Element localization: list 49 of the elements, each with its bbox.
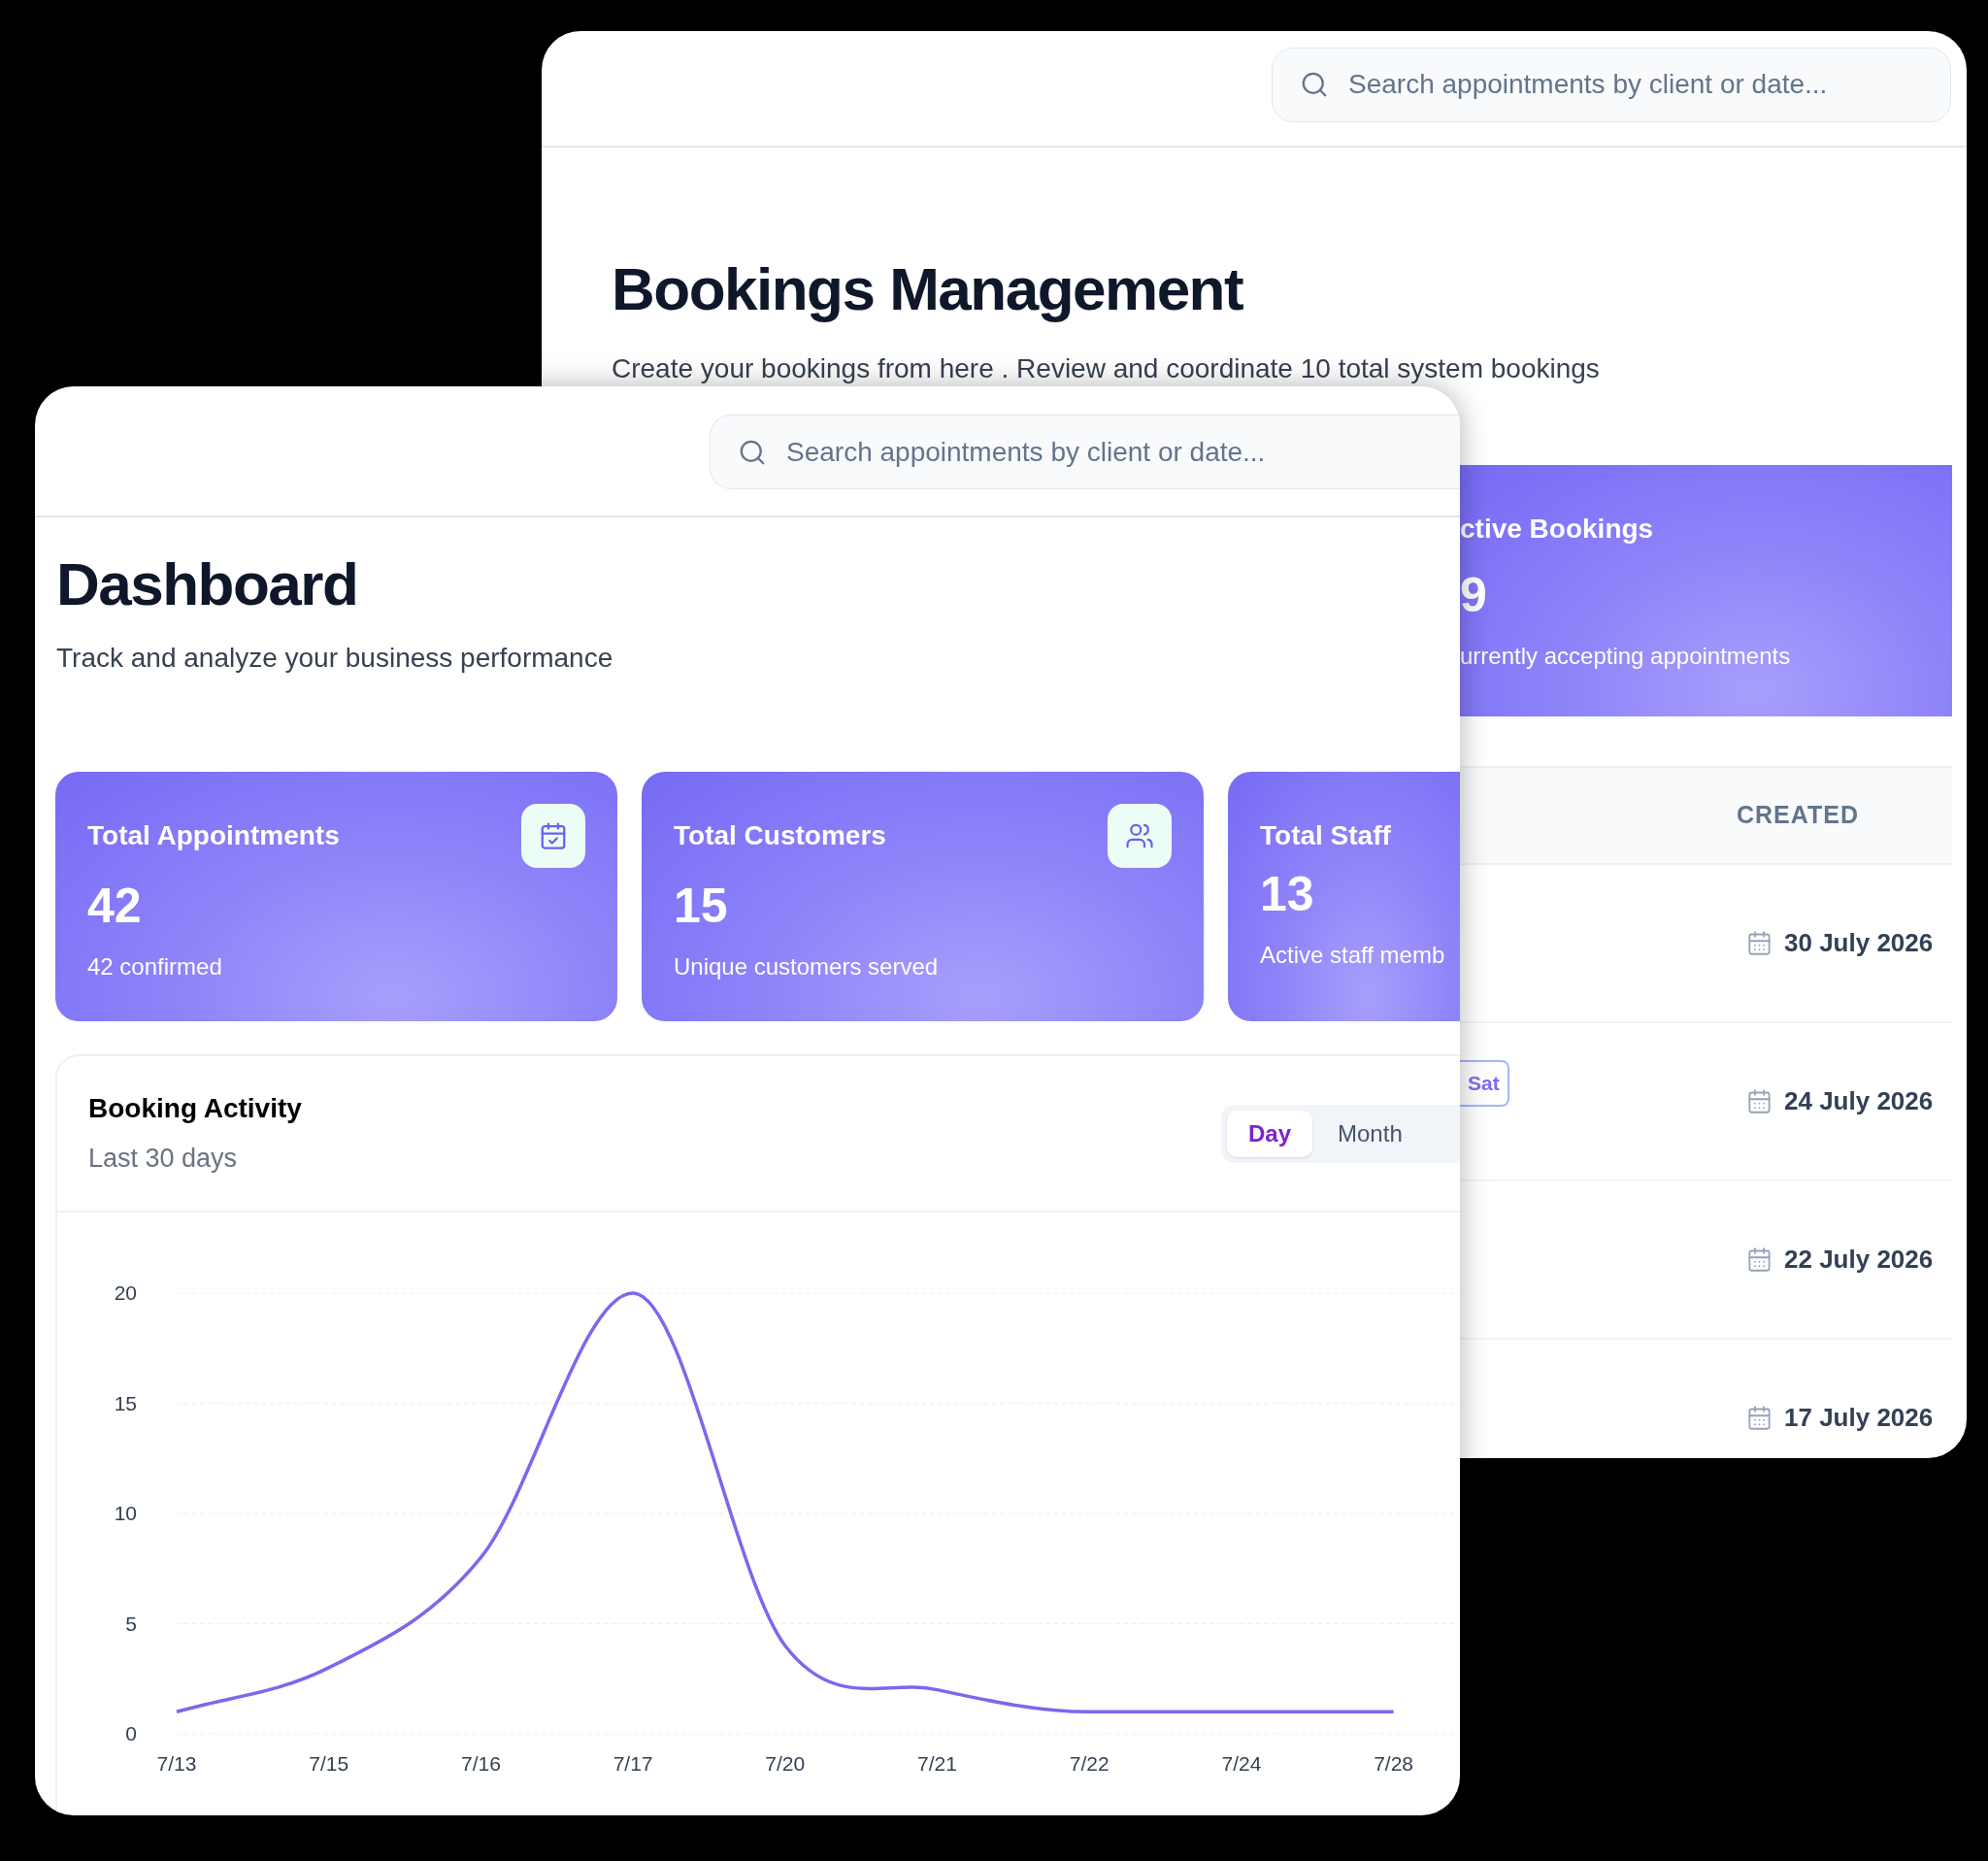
stat-title: Total Staff bbox=[1260, 819, 1391, 852]
axis-tick-label: 7/17 bbox=[613, 1752, 653, 1775]
search-field[interactable]: Search appointments by client or date... bbox=[710, 415, 1460, 489]
axis-tick-label: 15 bbox=[114, 1391, 137, 1414]
table-cell-text: 30 July 2026 bbox=[1784, 927, 1934, 959]
stat-caption: 42 confirmed bbox=[87, 952, 223, 981]
users-icon bbox=[1125, 821, 1154, 850]
axis-tick-label: 20 bbox=[114, 1281, 137, 1304]
range-tab[interactable]: Day bbox=[1227, 1110, 1313, 1157]
axis-tick-label: 7/21 bbox=[917, 1752, 957, 1775]
calendar-check-icon bbox=[539, 821, 568, 850]
page-subtitle: Track and analyze your business performance bbox=[56, 642, 614, 675]
range-tab[interactable]: Month bbox=[1316, 1110, 1424, 1157]
axis-tick-label: 7/20 bbox=[765, 1752, 806, 1775]
stat-caption: urrently accepting appointments bbox=[1460, 642, 1792, 671]
stat-caption: Active staff memb bbox=[1260, 941, 1446, 970]
calendar-icon bbox=[1746, 1088, 1773, 1114]
search-input[interactable]: Search appointments by client or date... bbox=[1348, 64, 1950, 105]
axis-tick-label: 7/24 bbox=[1221, 1752, 1262, 1775]
stat-value: 13 bbox=[1260, 870, 1315, 918]
search-field[interactable]: Search appointments by client or date... bbox=[1272, 47, 1951, 122]
calendar-icon bbox=[1746, 1405, 1773, 1431]
axis-tick-label: 7/13 bbox=[156, 1752, 197, 1775]
table-cell-text: 17 July 2026 bbox=[1784, 1402, 1934, 1434]
stat-caption: Unique customers served bbox=[674, 952, 940, 981]
stat-title: ctive Bookings bbox=[1460, 513, 1655, 546]
axis-tick-label: 5 bbox=[125, 1612, 137, 1635]
page-subtitle: Create your bookings from here . Review and coordinate 10 total system bookings bbox=[612, 352, 1601, 385]
search-input[interactable]: Search appointments by client or date... bbox=[786, 431, 1460, 473]
table-cell-text: 24 July 2026 bbox=[1784, 1085, 1934, 1117]
axis-tick-label: 7/22 bbox=[1069, 1752, 1110, 1775]
chart-subtitle: Last 30 days bbox=[88, 1143, 239, 1176]
stat-value: 42 bbox=[87, 881, 143, 930]
axis-tick-label: 0 bbox=[125, 1722, 137, 1745]
stat-title: Total Customers bbox=[674, 819, 886, 852]
axis-tick-label: 7/15 bbox=[309, 1752, 349, 1775]
calendar-icon bbox=[1746, 930, 1773, 956]
chart-title: Booking Activity bbox=[88, 1092, 302, 1126]
axis-tick-label: 7/16 bbox=[460, 1752, 501, 1775]
stat-title: Total Appointments bbox=[87, 819, 340, 852]
axis-tick-label: 10 bbox=[114, 1502, 137, 1524]
stat-value: 15 bbox=[674, 881, 729, 930]
stat-value: 9 bbox=[1460, 571, 1488, 619]
table-cell-text: 22 July 2026 bbox=[1784, 1244, 1934, 1276]
calendar-icon bbox=[1746, 1246, 1773, 1273]
axis-tick-label: 7/28 bbox=[1374, 1752, 1414, 1775]
page-title: Dashboard bbox=[56, 554, 359, 615]
search-icon bbox=[1300, 70, 1329, 99]
column-header: CREATED bbox=[1737, 800, 1860, 831]
